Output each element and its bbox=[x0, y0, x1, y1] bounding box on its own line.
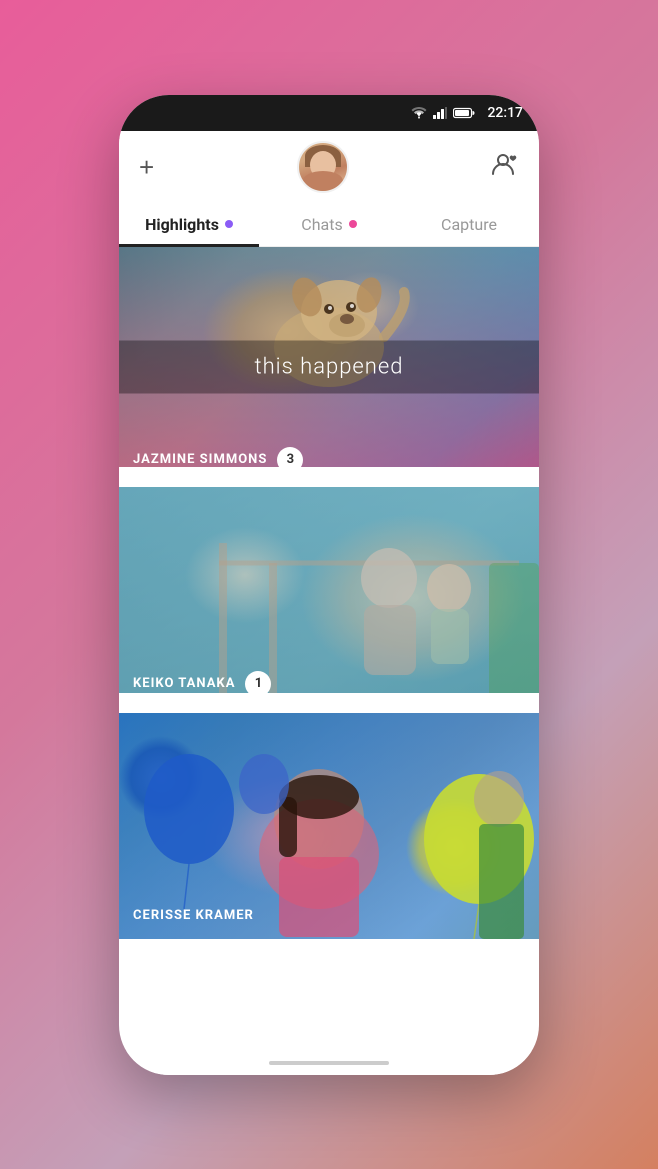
tab-capture[interactable]: Capture bbox=[399, 203, 539, 246]
tab-highlights-dot bbox=[225, 220, 233, 228]
tab-capture-label: Capture bbox=[441, 215, 497, 234]
card-label-3: CERISSE KRAMER bbox=[133, 908, 254, 923]
signal-icon bbox=[433, 107, 447, 119]
story-card-1[interactable]: this happened JAZMINE SIMMONS 3 bbox=[119, 247, 539, 487]
story-bg-1: this happened JAZMINE SIMMONS 3 bbox=[119, 247, 539, 487]
tab-highlights[interactable]: Highlights bbox=[119, 203, 259, 246]
avatar-body bbox=[303, 171, 343, 191]
wave-svg-1 bbox=[119, 467, 539, 487]
battery-icon bbox=[453, 107, 475, 119]
content-area: this happened JAZMINE SIMMONS 3 bbox=[119, 247, 539, 1051]
status-bar: 22:17 bbox=[119, 95, 539, 131]
overlay-text-banner-1: this happened bbox=[119, 340, 539, 393]
story-bg-3: CERISSE KRAMER bbox=[119, 709, 539, 939]
tabs: Highlights Chats Capture bbox=[119, 203, 539, 247]
tab-chats[interactable]: Chats bbox=[259, 203, 399, 246]
home-indicator bbox=[119, 1051, 539, 1075]
overlay-text-1: this happened bbox=[255, 354, 404, 379]
tab-chats-label: Chats bbox=[301, 215, 342, 234]
card-name-1: JAZMINE SIMMONS bbox=[133, 452, 267, 467]
avatar[interactable] bbox=[297, 141, 349, 193]
wifi-icon bbox=[411, 107, 427, 119]
tab-highlights-label: Highlights bbox=[145, 215, 219, 234]
story-card-3[interactable]: CERISSE KRAMER bbox=[119, 709, 539, 939]
profile-icon[interactable] bbox=[491, 152, 519, 182]
story-bg-2: KEIKO TANAKA 1 bbox=[119, 483, 539, 713]
card-name-3: CERISSE KRAMER bbox=[133, 908, 254, 923]
story-card-2[interactable]: KEIKO TANAKA 1 bbox=[119, 483, 539, 713]
phone-frame: 22:17 + Highlights Chats Captu bbox=[119, 95, 539, 1075]
status-icons: 22:17 bbox=[411, 105, 523, 121]
wave-svg-2 bbox=[119, 693, 539, 713]
add-button[interactable]: + bbox=[139, 154, 154, 180]
wavy-divider-1 bbox=[119, 467, 539, 487]
status-time: 22:17 bbox=[487, 105, 523, 121]
card-name-2: KEIKO TANAKA bbox=[133, 676, 235, 691]
wavy-divider-2 bbox=[119, 693, 539, 713]
tab-chats-dot bbox=[349, 220, 357, 228]
balloon-illustration bbox=[119, 709, 539, 939]
person-heart-icon bbox=[491, 152, 519, 176]
home-bar bbox=[269, 1061, 389, 1065]
header: + bbox=[119, 131, 539, 203]
